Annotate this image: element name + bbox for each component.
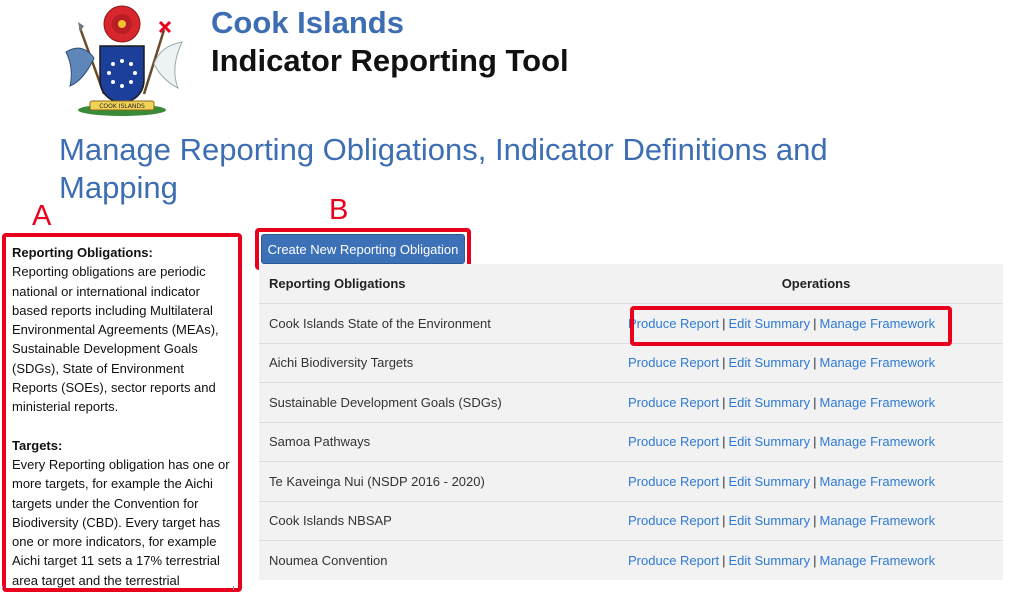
table-row: Aichi Biodiversity Targets Produce Report… bbox=[259, 342, 1003, 383]
column-header-obligations: Reporting Obligations bbox=[269, 276, 406, 291]
edit-summary-link[interactable]: Edit Summary bbox=[728, 434, 810, 449]
create-reporting-obligation-button[interactable]: Create New Reporting Obligation bbox=[261, 234, 465, 264]
edit-summary-link[interactable]: Edit Summary bbox=[728, 395, 810, 410]
produce-report-link[interactable]: Produce Report bbox=[628, 434, 719, 449]
targets-heading: Targets: bbox=[12, 437, 63, 453]
table-row: Te Kaveinga Nui (NSDP 2016 - 2020) Produc… bbox=[259, 461, 1003, 501]
manage-framework-link[interactable]: Manage Framework bbox=[819, 474, 935, 489]
obligation-name: Sustainable Development Goals (SDGs) bbox=[259, 382, 629, 422]
edit-summary-link[interactable]: Edit Summary bbox=[728, 513, 810, 528]
edit-summary-link[interactable]: Edit Summary bbox=[728, 474, 810, 489]
produce-report-link[interactable]: Produce Report bbox=[628, 474, 719, 489]
targets-description: Every Reporting obligation has one or mo… bbox=[12, 456, 230, 588]
manage-framework-link[interactable]: Manage Framework bbox=[819, 316, 935, 331]
operations-cell: Produce Report | Edit Summary | Manage Frame… bbox=[628, 461, 1003, 501]
produce-report-link[interactable]: Produce Report bbox=[628, 395, 719, 410]
org-name: Cook Islands bbox=[211, 5, 404, 40]
produce-report-link[interactable]: Produce Report bbox=[628, 316, 719, 331]
annotation-label-b: B bbox=[329, 194, 349, 226]
edit-summary-link[interactable]: Edit Summary bbox=[728, 316, 810, 331]
column-header-operations: Operations bbox=[781, 276, 851, 291]
table-row: Samoa Pathways Produce Report | Edit Summar… bbox=[259, 421, 1003, 462]
manage-framework-link[interactable]: Manage Framework bbox=[819, 434, 935, 449]
table-row: Cook Islands State of the Environment Pro… bbox=[259, 303, 1003, 343]
operations-cell: Produce Report | Edit Summary | Manage Frame… bbox=[628, 382, 1003, 422]
manage-framework-link[interactable]: Manage Framework bbox=[819, 355, 935, 370]
table-row: Sustainable Development Goals (SDGs) Prod… bbox=[259, 382, 1003, 422]
page-title: Manage Reporting Obligations, Indicator … bbox=[59, 132, 828, 205]
obligation-name: Cook Islands NBSAP bbox=[259, 500, 629, 541]
help-panel: Reporting Obligations: Reporting obligat… bbox=[2, 233, 242, 592]
coat-of-arms-icon: COOK ISLANDS bbox=[65, 5, 183, 116]
app-name: Indicator Reporting Tool bbox=[211, 43, 569, 78]
manage-framework-link[interactable]: Manage Framework bbox=[819, 513, 935, 528]
produce-report-link[interactable]: Produce Report bbox=[628, 355, 719, 370]
obligation-name: Samoa Pathways bbox=[259, 421, 629, 462]
edit-summary-link[interactable]: Edit Summary bbox=[728, 553, 810, 568]
produce-report-link[interactable]: Produce Report bbox=[628, 513, 719, 528]
edit-summary-link[interactable]: Edit Summary bbox=[728, 355, 810, 370]
operations-cell: Produce Report | Edit Summary | Manage Frame… bbox=[628, 342, 1003, 383]
operations-cell: Produce Report | Edit Summary | Manage Frame… bbox=[628, 540, 1003, 580]
manage-framework-link[interactable]: Manage Framework bbox=[819, 553, 935, 568]
table-row: Noumea Convention Produce Report | Edit Sum… bbox=[259, 540, 1003, 580]
logo-banner-text: COOK ISLANDS bbox=[99, 103, 145, 110]
obligation-name: Noumea Convention bbox=[259, 540, 629, 580]
operations-cell: Produce Report | Edit Summary | Manage Frame… bbox=[628, 421, 1003, 462]
annotation-label-a: A bbox=[32, 200, 52, 232]
obligation-name: Aichi Biodiversity Targets bbox=[259, 342, 629, 383]
obligation-name: Te Kaveinga Nui (NSDP 2016 - 2020) bbox=[259, 461, 629, 501]
produce-report-link[interactable]: Produce Report bbox=[628, 553, 719, 568]
obligations-description: Reporting obligations are periodic natio… bbox=[12, 264, 219, 415]
obligation-name: Cook Islands State of the Environment bbox=[259, 303, 629, 343]
reporting-obligations-table: Reporting Obligations Operations Cook Is… bbox=[259, 264, 1003, 580]
operations-cell: Produce Report | Edit Summary | Manage Frame… bbox=[628, 500, 1003, 541]
help-panel-scroll-edge bbox=[2, 586, 234, 590]
operations-cell: Produce Report | Edit Summary | Manage Frame… bbox=[628, 303, 1003, 343]
manage-framework-link[interactable]: Manage Framework bbox=[819, 395, 935, 410]
obligations-heading: Reporting Obligations: bbox=[12, 245, 153, 260]
table-row: Cook Islands NBSAP Produce Report | Edit Su… bbox=[259, 500, 1003, 541]
